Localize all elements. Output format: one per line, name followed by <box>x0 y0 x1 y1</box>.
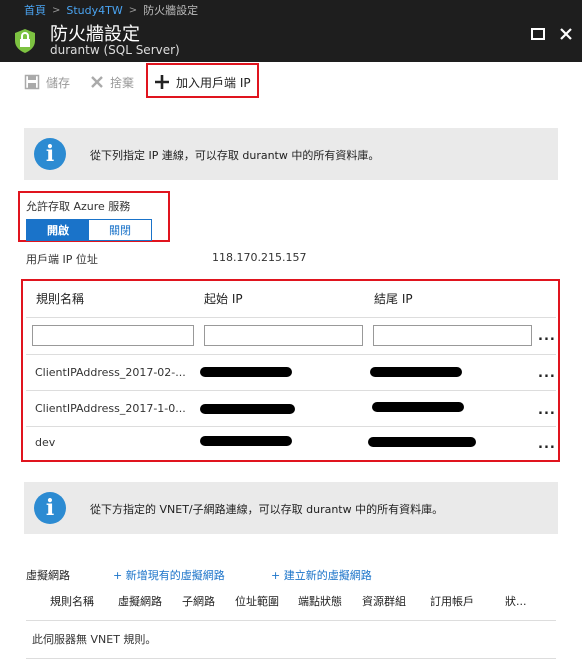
client-ip-value: 118.170.215.157 <box>212 251 307 264</box>
chevron-right-icon: > <box>128 4 138 16</box>
toggle-on-option[interactable]: 開啟 <box>27 220 89 240</box>
save-icon <box>24 74 40 90</box>
divider <box>26 354 556 355</box>
divider <box>26 620 556 621</box>
rule-name-input[interactable] <box>32 325 194 346</box>
start-ip-input[interactable] <box>204 325 363 346</box>
vnet-label: 虛擬網路 <box>26 569 70 582</box>
info-icon: i <box>34 492 66 524</box>
vnet-col-status: 狀... <box>505 595 527 608</box>
discard-button[interactable]: 捨棄 <box>90 73 134 91</box>
close-icon[interactable] <box>558 26 574 42</box>
info-icon: i <box>34 138 66 170</box>
vnet-col-subnet: 子網路 <box>182 595 215 608</box>
breadcrumb-parent[interactable]: Study4TW <box>66 4 122 17</box>
column-header-rule-name: 規則名稱 <box>36 292 85 306</box>
breadcrumb-current: 防火牆設定 <box>143 4 199 17</box>
info-banner-vnet: i 從下方指定的 VNET/子網路連線，可以存取 durantw 中的所有資料庫… <box>24 482 558 534</box>
highlight-box <box>146 63 259 98</box>
add-existing-vnet-link[interactable]: + 新增現有的虛擬網路 <box>113 567 225 583</box>
more-icon[interactable]: ... <box>538 366 556 381</box>
vnet-empty-message: 此伺服器無 VNET 規則。 <box>32 633 157 646</box>
blade-header: 首頁 > Study4TW > 防火牆設定 防火牆設定 durantw (SQL… <box>0 0 582 62</box>
redacted-start-ip <box>200 367 292 377</box>
divider <box>26 317 556 318</box>
redacted-start-ip <box>200 404 295 414</box>
vnet-col-rule-name: 規則名稱 <box>50 595 94 608</box>
divider <box>26 390 556 391</box>
redacted-end-ip <box>372 402 464 412</box>
divider <box>26 658 556 659</box>
toggle-off-option[interactable]: 關閉 <box>89 220 151 240</box>
rule-name-cell: dev <box>35 436 56 449</box>
more-icon[interactable]: ... <box>538 403 556 418</box>
vnet-col-vnet: 虛擬網路 <box>118 595 162 608</box>
vnet-col-subscription: 訂用帳戶 <box>430 595 474 608</box>
shield-lock-icon <box>15 29 35 53</box>
save-button[interactable]: 儲存 <box>24 73 70 91</box>
info-text: 從下列指定 IP 連線，可以存取 durantw 中的所有資料庫。 <box>90 149 380 162</box>
more-icon[interactable]: ... <box>538 329 556 344</box>
redacted-end-ip <box>370 367 462 377</box>
discard-x-icon <box>91 76 103 88</box>
vnet-col-resource-group: 資源群組 <box>362 595 406 608</box>
more-icon[interactable]: ... <box>538 437 556 452</box>
redacted-end-ip <box>368 437 476 447</box>
vnet-col-address-range: 位址範圍 <box>235 595 279 608</box>
save-label: 儲存 <box>46 75 71 90</box>
chevron-right-icon: > <box>52 4 61 16</box>
page-subtitle: durantw (SQL Server) <box>50 43 180 57</box>
command-bar: 儲存 捨棄 加入用戶端 IP <box>0 62 582 100</box>
info-banner-ip: i 從下列指定 IP 連線，可以存取 durantw 中的所有資料庫。 <box>24 128 558 180</box>
column-header-end-ip: 結尾 IP <box>374 292 413 306</box>
divider <box>26 426 556 427</box>
azure-access-label: 允許存取 Azure 服務 <box>26 200 131 213</box>
maximize-icon[interactable] <box>530 26 546 42</box>
azure-access-toggle: 開啟 關閉 <box>26 219 152 241</box>
redacted-start-ip <box>200 436 292 446</box>
column-header-start-ip: 起始 IP <box>204 292 243 306</box>
breadcrumb-home[interactable]: 首頁 <box>24 2 46 18</box>
create-new-vnet-link[interactable]: + 建立新的虛擬網路 <box>271 567 372 583</box>
end-ip-input[interactable] <box>373 325 532 346</box>
breadcrumb: 首頁 > Study4TW > 防火牆設定 <box>24 2 198 18</box>
rule-name-cell: ClientIPAddress_2017-1-0... <box>35 402 186 415</box>
rule-name-cell: ClientIPAddress_2017-02-... <box>35 366 186 379</box>
client-ip-label: 用戶端 IP 位址 <box>26 253 98 266</box>
vnet-col-endpoint-status: 端點狀態 <box>298 595 342 608</box>
discard-label: 捨棄 <box>110 75 135 90</box>
info-text: 從下方指定的 VNET/子網路連線，可以存取 durantw 中的所有資料庫。 <box>90 503 444 516</box>
